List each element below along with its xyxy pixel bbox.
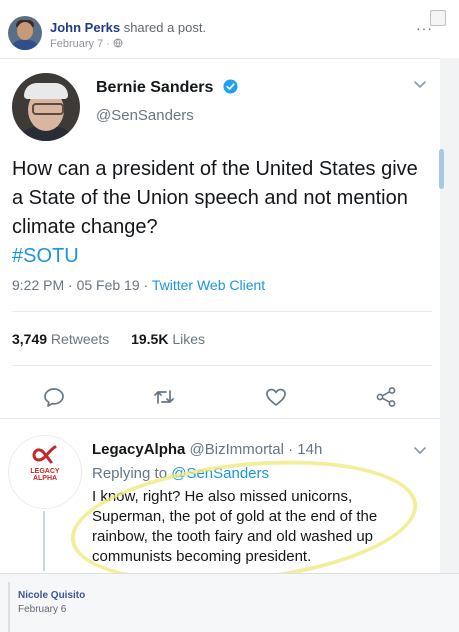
- tweet-stats: 3,749 Retweets 19.5K Likes: [12, 331, 205, 347]
- avatar-hair: [24, 83, 68, 99]
- chevron-down-icon[interactable]: [414, 447, 426, 455]
- right-gutter: [440, 58, 459, 573]
- bernie-sanders-avatar[interactable]: [12, 73, 80, 141]
- expand-icon[interactable]: [430, 10, 446, 26]
- post-date[interactable]: February 7 ·: [50, 38, 113, 50]
- comment-thread-line: [8, 582, 10, 632]
- reply-tweet-card: LEGACY ALPHA LegacyAlpha @BizImmortal · …: [0, 418, 440, 599]
- likes-count[interactable]: 19.5K: [131, 331, 168, 347]
- reply-author-line: LegacyAlpha @BizImmortal · 14h: [92, 441, 322, 458]
- retweet-icon[interactable]: [152, 385, 176, 409]
- tweet-text: How can a president of the United States…: [12, 155, 432, 271]
- globe-icon: [113, 38, 123, 48]
- tweet-actions: [0, 379, 440, 415]
- replying-to-line: Replying to @SenSanders: [92, 465, 269, 482]
- alpha-logo-icon: [32, 445, 57, 464]
- legacyalpha-avatar[interactable]: LEGACY ALPHA: [8, 435, 82, 509]
- tweet-author-name[interactable]: Bernie Sanders: [96, 79, 213, 96]
- avatar-face: [17, 22, 33, 40]
- chevron-down-icon[interactable]: [414, 81, 426, 89]
- share-icon[interactable]: [374, 385, 398, 409]
- facebook-post-header: John Perks shared a post. February 7 · ·…: [0, 0, 459, 58]
- post-author-line: John Perks shared a post.: [50, 20, 206, 35]
- tweet-card: Bernie Sanders @SenSanders How can a pre…: [0, 58, 444, 419]
- tweet-client-link[interactable]: Twitter Web Client: [152, 277, 265, 293]
- reply-author-name[interactable]: LegacyAlpha: [92, 441, 185, 458]
- verified-badge-icon: [223, 79, 238, 94]
- reply-icon[interactable]: [42, 385, 66, 409]
- tweet-author-handle[interactable]: @SenSanders: [96, 107, 194, 124]
- tweet-meta: 9:22 PM · 05 Feb 19 · Twitter Web Client: [12, 277, 265, 293]
- commenter-name[interactable]: Nicole Quisito: [18, 590, 85, 601]
- john-perks-avatar[interactable]: [8, 16, 42, 50]
- comment-footer: Nicole Quisito February 6: [0, 573, 459, 632]
- comment-date[interactable]: February 6: [18, 604, 66, 615]
- post-action: shared a post.: [120, 20, 207, 35]
- replying-prefix: Replying to: [92, 465, 172, 482]
- logo-text: LEGACY ALPHA: [30, 468, 60, 482]
- post-author-name[interactable]: John Perks: [50, 20, 120, 35]
- tweet-timestamp[interactable]: 9:22 PM · 05 Feb 19 ·: [12, 277, 152, 293]
- reply-text: I know, right? He also missed unicorns, …: [92, 488, 378, 565]
- likes-label[interactable]: Likes: [168, 331, 205, 347]
- thread-line: [43, 511, 45, 571]
- tweet-body: How can a president of the United States…: [12, 158, 418, 238]
- retweets-count[interactable]: 3,749: [12, 331, 47, 347]
- divider: [12, 365, 432, 366]
- tweet-author-line: Bernie Sanders: [96, 79, 238, 97]
- hashtag-link[interactable]: #SOTU: [12, 242, 432, 271]
- heart-icon[interactable]: [264, 385, 288, 409]
- avatar-glasses: [32, 103, 64, 115]
- reply-author-handle[interactable]: @BizImmortal · 14h: [185, 441, 323, 458]
- post-date-line: February 7 ·: [50, 38, 123, 50]
- replying-mention-link[interactable]: @SenSanders: [171, 465, 269, 482]
- retweets-label[interactable]: Retweets: [47, 331, 109, 347]
- avatar-shirt: [11, 40, 39, 50]
- scrollbar[interactable]: [439, 149, 444, 189]
- divider: [12, 311, 432, 312]
